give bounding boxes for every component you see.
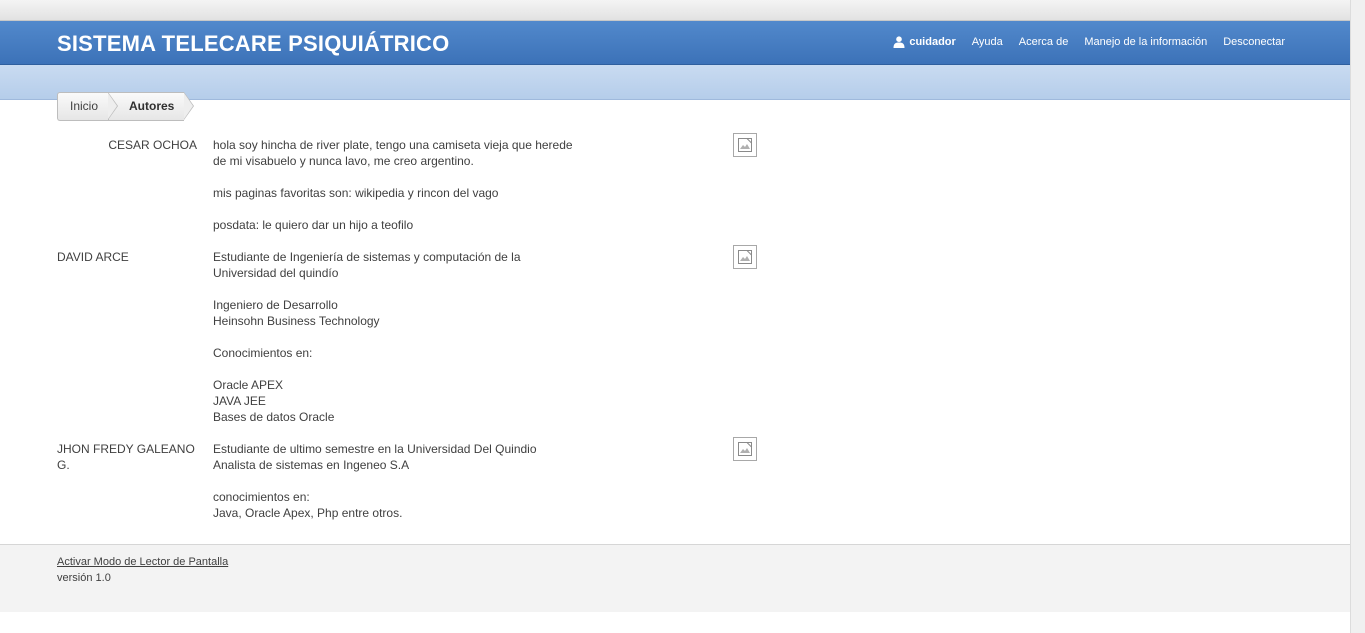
broken-image-icon [738,250,752,264]
user-icon [893,36,905,48]
browser-top-strip [0,0,1350,21]
author-photo [733,437,757,461]
breadcrumb-separator-fill [184,93,194,119]
breadcrumb-label: Inicio [70,99,99,113]
author-photo [733,133,757,157]
user-name: cuidador [909,36,956,48]
nav-about-link[interactable]: Acerca de [1019,36,1069,48]
page-footer: Activar Modo de Lector de Pantalla versi… [0,544,1350,612]
bio-paragraph: Ingeniero de Desarrollo Heinsohn Busines… [213,298,380,328]
broken-image-icon [738,138,752,152]
breadcrumb: Inicio Autores [57,92,195,121]
author-name: DAVID ARCE [57,250,129,264]
bio-paragraph: conocimientos en: Java, Oracle Apex, Php… [213,490,403,520]
author-entry: DAVID ARCE Estudiante de Ingeniería de s… [57,245,777,425]
author-bio: hola soy hincha de river plate, tengo un… [213,137,573,233]
user-menu[interactable]: cuidador [893,36,956,48]
nav-help-link[interactable]: Ayuda [972,36,1003,48]
vertical-scrollbar[interactable] [1350,0,1365,633]
bio-paragraph: hola soy hincha de river plate, tengo un… [213,138,573,168]
nav-info-management-link[interactable]: Manejo de la información [1084,36,1207,48]
screen-reader-mode-link[interactable]: Activar Modo de Lector de Pantalla [57,556,228,568]
author-entry: CESAR OCHOA hola soy hincha de river pla… [57,133,777,233]
author-photo [733,245,757,269]
bio-paragraph: Estudiante de Ingeniería de sistemas y c… [213,250,521,280]
author-entry: JHON FREDY GALEANO G. Estudiante de ulti… [57,437,777,521]
broken-image-icon [738,442,752,456]
breadcrumb-item-autores: Autores [108,92,195,121]
sub-header-bar [0,65,1350,100]
author-bio: Estudiante de ultimo semestre en la Univ… [213,441,573,521]
bio-paragraph: posdata: le quiero dar un hijo a teofilo [213,218,414,232]
app-version: versión 1.0 [57,572,111,584]
app-title: SISTEMA TELECARE PSIQUIÁTRICO [57,31,450,56]
breadcrumb-item-inicio[interactable]: Inicio [57,92,119,121]
author-name: CESAR OCHOA [108,138,197,152]
app-header: SISTEMA TELECARE PSIQUIÁTRICO cuidador A… [0,21,1350,65]
breadcrumb-label: Autores [129,99,175,113]
bio-paragraph: mis paginas favoritas son: wikipedia y r… [213,186,499,200]
bio-paragraph: Oracle APEX JAVA JEE Bases de datos Orac… [213,378,335,424]
bio-paragraph: Estudiante de ultimo semestre en la Univ… [213,442,537,472]
authors-list: CESAR OCHOA hola soy hincha de river pla… [57,133,777,537]
author-bio: Estudiante de Ingeniería de sistemas y c… [213,249,573,425]
author-name: JHON FREDY GALEANO G. [57,442,195,472]
breadcrumb-separator-fill [108,93,118,119]
nav-logout-link[interactable]: Desconectar [1223,36,1285,48]
top-nav: cuidador Ayuda Acerca de Manejo de la in… [893,36,1285,48]
bio-paragraph: Conocimientos en: [213,346,313,360]
